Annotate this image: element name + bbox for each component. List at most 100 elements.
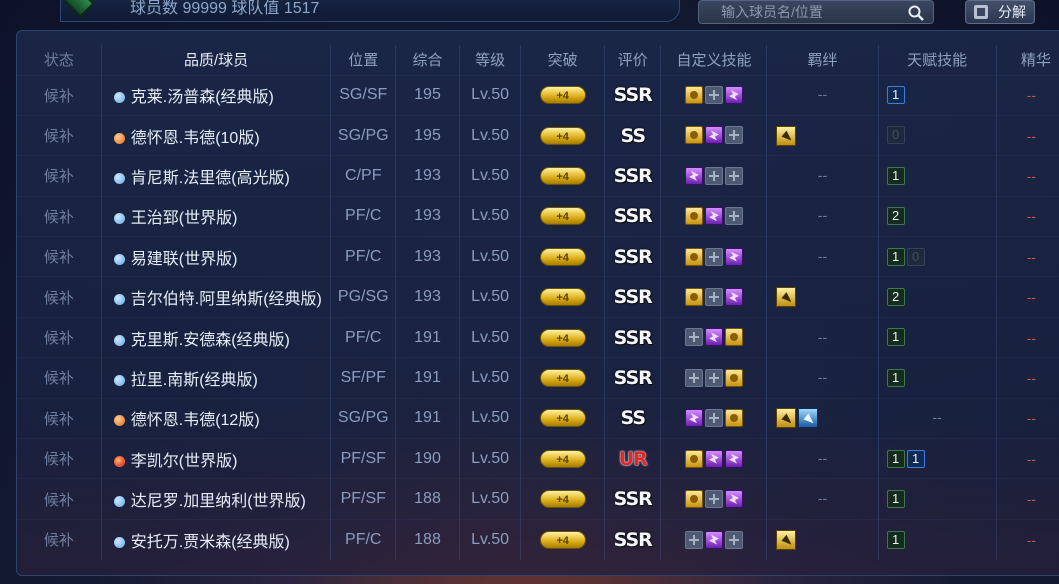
col-bond[interactable]: 羁绊 <box>766 45 879 75</box>
talent-level-badge[interactable]: 1 <box>886 449 905 468</box>
skill-gold-icon[interactable] <box>724 368 743 387</box>
player-name-cell[interactable]: 吉尔伯特.阿里纳斯(经典版) <box>101 276 332 318</box>
skill-add-icon[interactable] <box>724 530 743 549</box>
search-box[interactable] <box>698 0 934 24</box>
player-name-cell[interactable]: 拉里.南斯(经典版) <box>101 357 332 399</box>
player-name[interactable]: 克里斯.安德森(经典版) <box>131 332 290 349</box>
talent-level-badge[interactable]: 1 <box>886 368 905 387</box>
bond-gold-icon[interactable] <box>776 287 797 308</box>
skill-gold-icon[interactable] <box>684 288 703 307</box>
skill-add-icon[interactable] <box>684 530 703 549</box>
player-name[interactable]: 德怀恩.韦德(10版) <box>131 130 260 147</box>
player-name-cell[interactable]: 李凯尔(世界版) <box>101 438 332 479</box>
skill-add-icon[interactable] <box>704 166 723 185</box>
talent-level-badge[interactable]: 2 <box>886 288 905 307</box>
skill-purple-icon[interactable] <box>724 449 743 468</box>
player-name[interactable]: 安托万.贾米森(经典版) <box>131 534 290 551</box>
player-name-cell[interactable]: 德怀恩.韦德(10版) <box>101 114 332 156</box>
player-name[interactable]: 易建联(世界版) <box>131 251 238 268</box>
player-name-cell[interactable]: 易建联(世界版) <box>101 236 332 277</box>
skill-purple-icon[interactable] <box>724 247 743 266</box>
player-name-cell[interactable]: 王治郅(世界版) <box>101 195 332 237</box>
search-input[interactable] <box>699 1 899 23</box>
skill-purple-icon[interactable] <box>704 530 723 549</box>
table-row[interactable]: 候补 肯尼斯.法里德(高光版) C/PF 193 Lv.50 +4 SSR --… <box>17 155 1059 197</box>
talent-level-badge[interactable]: 1 <box>886 489 905 508</box>
skill-purple-icon[interactable] <box>704 207 723 226</box>
col-overall[interactable]: 综合 <box>395 45 460 75</box>
table-row[interactable]: 候补 克莱.汤普森(经典版) SG/SF 195 Lv.50 +4 SSR --… <box>17 74 1059 116</box>
player-name-cell[interactable]: 克莱.汤普森(经典版) <box>101 74 332 116</box>
player-name-cell[interactable]: 德怀恩.韦德(12版) <box>101 397 332 439</box>
table-row[interactable]: 候补 吉尔伯特.阿里纳斯(经典版) PG/SG 193 Lv.50 +4 SSR… <box>17 276 1059 318</box>
bond-blue-icon[interactable] <box>798 408 819 429</box>
skill-add-icon[interactable] <box>704 86 723 105</box>
skill-gold-icon[interactable] <box>684 86 703 105</box>
skill-add-icon[interactable] <box>724 126 743 145</box>
skill-purple-icon[interactable] <box>704 449 723 468</box>
table-row[interactable]: 候补 王治郅(世界版) PF/C 193 Lv.50 +4 SSR -- 2 -… <box>17 195 1059 237</box>
decompose-button[interactable]: 分解 <box>965 0 1035 24</box>
table-row[interactable]: 候补 易建联(世界版) PF/C 193 Lv.50 +4 SSR -- 10 … <box>17 236 1059 277</box>
player-name[interactable]: 达尼罗.加里纳利(世界版) <box>131 493 306 510</box>
skill-add-icon[interactable] <box>724 166 743 185</box>
col-level[interactable]: 等级 <box>459 45 522 75</box>
skill-gold-icon[interactable] <box>724 328 743 347</box>
table-row[interactable]: 候补 安托万.贾米森(经典版) PF/C 188 Lv.50 +4 SSR 1 … <box>17 518 1059 560</box>
talent-level-badge[interactable]: 0 <box>906 247 925 266</box>
player-name[interactable]: 李凯尔(世界版) <box>131 453 238 470</box>
table-row[interactable]: 候补 德怀恩.韦德(10版) SG/PG 195 Lv.50 +4 SS 0 -… <box>17 114 1059 156</box>
player-name[interactable]: 吉尔伯特.阿里纳斯(经典版) <box>131 291 322 308</box>
col-rating[interactable]: 评价 <box>604 45 662 75</box>
skill-gold-icon[interactable] <box>684 207 703 226</box>
player-name-cell[interactable]: 达尼罗.加里纳利(世界版) <box>101 478 332 520</box>
player-name[interactable]: 拉里.南斯(经典版) <box>131 372 258 389</box>
col-name[interactable]: 品质/球员 <box>101 45 332 75</box>
table-row[interactable]: 候补 德怀恩.韦德(12版) SG/PG 191 Lv.50 +4 SS -- … <box>17 397 1059 439</box>
skill-gold-icon[interactable] <box>684 247 703 266</box>
skill-purple-icon[interactable] <box>704 126 723 145</box>
table-row[interactable]: 候补 克里斯.安德森(经典版) PF/C 191 Lv.50 +4 SSR --… <box>17 316 1059 358</box>
skill-purple-icon[interactable] <box>724 489 743 508</box>
skill-purple-icon[interactable] <box>684 409 703 428</box>
talent-level-badge[interactable]: 2 <box>886 207 905 226</box>
bond-gold-icon[interactable] <box>776 125 797 146</box>
talent-level-badge[interactable]: 1 <box>886 86 905 105</box>
skill-purple-icon[interactable] <box>724 86 743 105</box>
skill-purple-icon[interactable] <box>724 288 743 307</box>
bond-gold-icon[interactable] <box>776 529 797 550</box>
talent-level-badge[interactable]: 1 <box>886 247 905 266</box>
player-name[interactable]: 王治郅(世界版) <box>131 210 238 227</box>
skill-add-icon[interactable] <box>724 207 743 226</box>
player-name[interactable]: 肯尼斯.法里德(高光版) <box>131 170 290 187</box>
skill-add-icon[interactable] <box>684 368 703 387</box>
player-name[interactable]: 德怀恩.韦德(12版) <box>131 412 260 429</box>
talent-level-badge[interactable]: 1 <box>906 449 925 468</box>
player-name-cell[interactable]: 克里斯.安德森(经典版) <box>101 316 332 358</box>
table-row[interactable]: 候补 达尼罗.加里纳利(世界版) PF/SF 188 Lv.50 +4 SSR … <box>17 478 1059 520</box>
col-breakthrough[interactable]: 突破 <box>520 45 606 75</box>
skill-add-icon[interactable] <box>704 247 723 266</box>
skill-gold-icon[interactable] <box>724 409 743 428</box>
skill-add-icon[interactable] <box>684 328 703 347</box>
skill-add-icon[interactable] <box>704 489 723 508</box>
skill-add-icon[interactable] <box>704 409 723 428</box>
table-row[interactable]: 候补 李凯尔(世界版) PF/SF 190 Lv.50 +4 UR -- 11 … <box>17 438 1059 479</box>
col-position[interactable]: 位置 <box>330 45 397 75</box>
col-talent[interactable]: 天赋技能 <box>878 45 997 75</box>
col-status[interactable]: 状态 <box>17 45 102 75</box>
skill-add-icon[interactable] <box>704 288 723 307</box>
talent-level-badge[interactable]: 1 <box>886 530 905 549</box>
bond-gold-icon[interactable] <box>776 408 797 429</box>
skill-gold-icon[interactable] <box>684 489 703 508</box>
search-icon[interactable] <box>907 4 925 22</box>
col-custom-skills[interactable]: 自定义技能 <box>660 45 768 75</box>
skill-gold-icon[interactable] <box>684 449 703 468</box>
col-essence[interactable]: 精华 <box>996 45 1059 75</box>
player-name-cell[interactable]: 安托万.贾米森(经典版) <box>101 518 332 560</box>
skill-purple-icon[interactable] <box>704 328 723 347</box>
skill-add-icon[interactable] <box>704 368 723 387</box>
talent-level-badge[interactable]: 1 <box>886 166 905 185</box>
table-row[interactable]: 候补 拉里.南斯(经典版) SF/PF 191 Lv.50 +4 SSR -- … <box>17 357 1059 399</box>
player-name-cell[interactable]: 肯尼斯.法里德(高光版) <box>101 155 332 197</box>
